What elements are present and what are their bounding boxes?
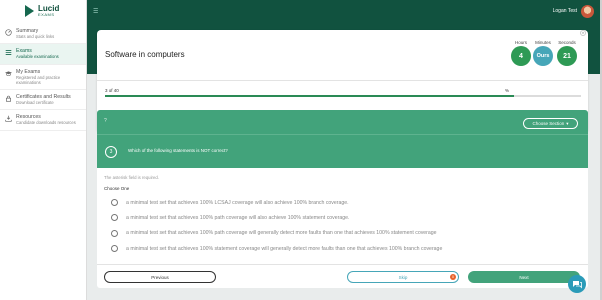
sidebar-item-certificates[interactable]: Certificates and Results Download certif… bbox=[0, 90, 86, 111]
sidebar-item-summary[interactable]: Summary Stats and quick links bbox=[0, 24, 86, 45]
radio-button[interactable] bbox=[111, 199, 118, 207]
skip-button[interactable]: Skip 0 bbox=[347, 271, 459, 283]
sidebar-item-sub: Download certificate bbox=[16, 100, 54, 105]
answer-option-label: a minimal test set that achieves 100% st… bbox=[126, 245, 443, 252]
radio-button[interactable] bbox=[111, 229, 118, 237]
list-icon bbox=[5, 50, 12, 56]
timer-hours-value: 4 bbox=[511, 46, 531, 66]
sidebar-nav: Summary Stats and quick links Exams Avai… bbox=[0, 24, 86, 131]
answer-option[interactable]: a minimal test set that achieves 100% pa… bbox=[111, 210, 442, 225]
previous-button[interactable]: Previous bbox=[104, 271, 216, 283]
progress-percent: % bbox=[505, 88, 510, 93]
close-icon[interactable]: × bbox=[580, 30, 586, 36]
question-text: Which of the following statements is NOT… bbox=[128, 148, 228, 153]
sidebar: Lucid EXAMS Summary Stats and quick link… bbox=[0, 0, 87, 300]
lock-icon bbox=[6, 95, 11, 102]
header-divider bbox=[97, 134, 588, 135]
timer-seconds-label: Seconds bbox=[558, 40, 576, 45]
required-note: The asterisk field is required. bbox=[104, 175, 159, 180]
timer-minutes-value: Ours bbox=[533, 46, 553, 66]
menu-icon[interactable]: ☰ bbox=[93, 8, 98, 15]
exam-title: Software in computers bbox=[105, 50, 185, 59]
timer-hours-label: Hours bbox=[514, 40, 527, 45]
timer-minutes-label: Minutes bbox=[535, 40, 551, 45]
graduation-cap-icon bbox=[5, 70, 12, 76]
sidebar-item-sub: Registered and practice examinations bbox=[16, 74, 61, 85]
sidebar-item-sub: Available examinations bbox=[16, 54, 59, 60]
skip-count-badge: 0 bbox=[450, 274, 456, 280]
choose-label: Choose One bbox=[104, 186, 130, 191]
radio-button[interactable] bbox=[111, 245, 118, 253]
answer-option-label: a minimal test set that achieves 100% pa… bbox=[126, 214, 350, 221]
chat-icon bbox=[573, 281, 582, 289]
main-area: × Software in computers Hours 4 Minutes … bbox=[87, 22, 602, 300]
choose-section-button[interactable]: Choose Section ▾ bbox=[523, 118, 578, 129]
chevron-down-icon: ▾ bbox=[566, 120, 569, 126]
radio-button[interactable] bbox=[111, 214, 118, 222]
question-header: ? Choose Section ▾ 3 Which of the follow… bbox=[97, 110, 588, 168]
chat-button[interactable] bbox=[568, 275, 586, 293]
sidebar-item-exams[interactable]: Exams Available examinations bbox=[0, 44, 86, 65]
answer-options: a minimal test set that achieves 100% LC… bbox=[111, 195, 442, 256]
answer-option[interactable]: a minimal test set that achieves 100% st… bbox=[111, 241, 442, 256]
answer-option[interactable]: a minimal test set that achieves 100% pa… bbox=[111, 226, 442, 241]
question-navigation: Previous Skip 0 Next bbox=[97, 264, 588, 288]
next-button[interactable]: Next bbox=[468, 271, 580, 283]
divider bbox=[97, 80, 588, 81]
logo-sub: EXAMS bbox=[38, 12, 55, 17]
answer-option[interactable]: a minimal test set that achieves 100% LC… bbox=[111, 195, 442, 210]
answer-option-label: a minimal test set that achieves 100% pa… bbox=[126, 230, 437, 237]
timer-seconds-value: 21 bbox=[557, 46, 577, 66]
progress-count: 3 of 40 bbox=[105, 88, 119, 93]
sidebar-item-sub: Stats and quick links bbox=[16, 34, 55, 39]
logo-icon bbox=[25, 5, 34, 17]
logo[interactable]: Lucid EXAMS bbox=[0, 0, 86, 22]
topbar: ☰ Logan Test bbox=[87, 0, 602, 22]
skip-label: Skip bbox=[398, 274, 408, 280]
timer-hours: Hours 4 bbox=[511, 40, 531, 66]
answer-option-label: a minimal test set that achieves 100% LC… bbox=[126, 199, 349, 206]
dashboard-icon bbox=[5, 29, 12, 36]
user-menu[interactable]: Logan Test bbox=[552, 4, 594, 18]
question-mark-label: ? bbox=[104, 118, 107, 124]
progress-bar-fill bbox=[105, 95, 515, 97]
question-number: 3 bbox=[105, 146, 117, 158]
timer-minutes: Minutes Ours bbox=[533, 40, 553, 66]
timer-seconds: Seconds 21 bbox=[557, 40, 577, 66]
choose-section-label: Choose Section bbox=[532, 121, 565, 126]
question-panel: ? Choose Section ▾ 3 Which of the follow… bbox=[97, 110, 588, 288]
progress-bar bbox=[105, 95, 581, 97]
download-icon bbox=[5, 115, 12, 122]
sidebar-item-my-exams[interactable]: My Exams Registered and practice examina… bbox=[0, 65, 86, 90]
sidebar-item-resources[interactable]: Resources Candidate downloads resources bbox=[0, 110, 86, 131]
sidebar-item-sub: Candidate downloads resources bbox=[16, 120, 76, 126]
user-name: Logan Test bbox=[552, 8, 577, 14]
avatar[interactable] bbox=[581, 4, 594, 18]
